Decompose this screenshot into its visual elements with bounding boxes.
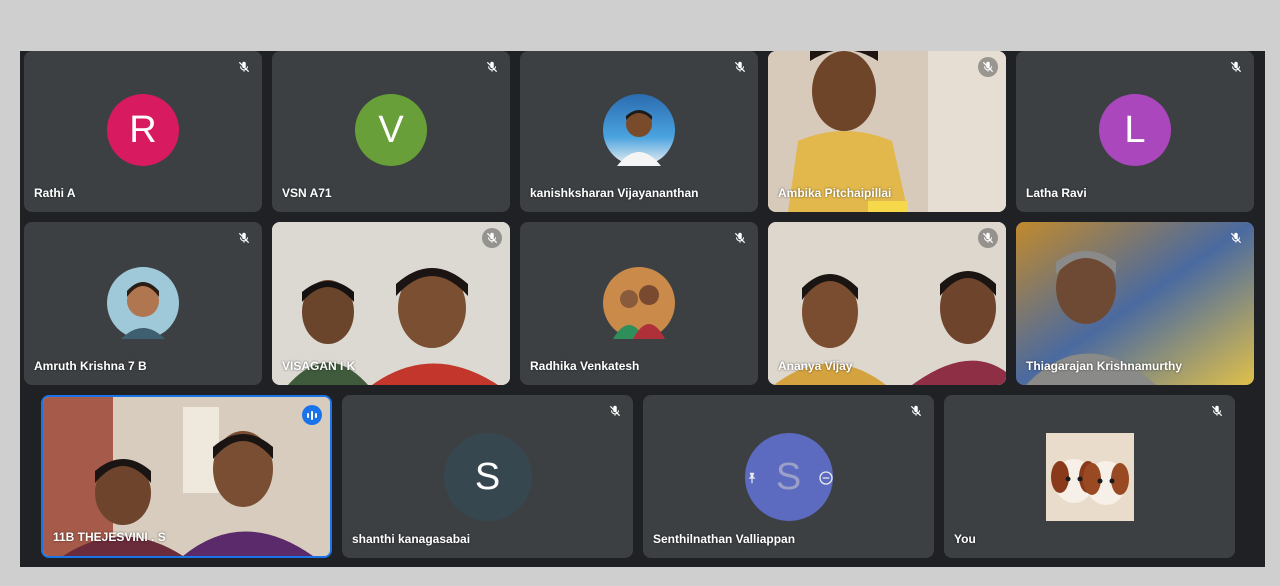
remove-icon[interactable] bbox=[817, 469, 835, 487]
avatar-initial: S bbox=[474, 455, 501, 498]
mic-off-icon bbox=[234, 228, 254, 248]
participant-tile-vsn[interactable]: V VSN A71 bbox=[272, 51, 510, 212]
mic-off-icon bbox=[978, 228, 998, 248]
participant-name: You bbox=[954, 532, 976, 546]
participant-tile-thiagarajan[interactable]: Thiagarajan Krishnamurthy bbox=[1016, 222, 1254, 385]
pin-icon[interactable] bbox=[743, 469, 761, 487]
avatar-initial: S bbox=[775, 455, 802, 498]
participant-name: Radhika Venkatesh bbox=[530, 359, 640, 373]
mic-off-icon bbox=[1207, 401, 1227, 421]
avatar-initial: L bbox=[1124, 108, 1146, 151]
mic-off-icon bbox=[1226, 57, 1246, 77]
mic-off-icon bbox=[978, 57, 998, 77]
mic-off-icon bbox=[482, 57, 502, 77]
participant-tile-rathi[interactable]: R Rathi A bbox=[24, 51, 262, 212]
participant-name: Amruth Krishna 7 B bbox=[34, 359, 147, 373]
participant-tile-ananya[interactable]: Ananya Vijay bbox=[768, 222, 1006, 385]
mic-off-icon bbox=[730, 57, 750, 77]
participant-tile-thejesvini[interactable]: 11B THEJESVINI . S bbox=[41, 395, 332, 558]
participant-tile-radhika[interactable]: Radhika Venkatesh bbox=[520, 222, 758, 385]
participant-tile-amruth[interactable]: Amruth Krishna 7 B bbox=[24, 222, 262, 385]
mic-off-icon bbox=[730, 228, 750, 248]
avatar: R bbox=[107, 94, 179, 166]
video-grid: R Rathi A V VSN A71 kanishksharan Vijaya… bbox=[20, 51, 1265, 567]
participant-tile-visagan[interactable]: VISAGAN I K bbox=[272, 222, 510, 385]
avatar-photo bbox=[603, 94, 675, 166]
speaking-icon bbox=[302, 405, 322, 425]
mic-off-icon bbox=[482, 228, 502, 248]
participant-tile-you[interactable]: You bbox=[944, 395, 1235, 558]
participant-name: Ambika Pitchaipillai bbox=[778, 186, 892, 200]
participant-name: Senthilnathan Valliappan bbox=[653, 532, 796, 546]
avatar-initial: R bbox=[129, 108, 157, 151]
avatar-photo bbox=[603, 267, 675, 339]
mic-off-icon bbox=[1226, 228, 1246, 248]
participant-name: Ananya Vijay bbox=[778, 359, 853, 373]
participant-name: Thiagarajan Krishnamurthy bbox=[1026, 359, 1183, 373]
mic-off-icon bbox=[906, 401, 926, 421]
participant-tile-shanthi[interactable]: S shanthi kanagasabai bbox=[342, 395, 633, 558]
avatar-photo bbox=[1045, 433, 1134, 521]
participant-name: shanthi kanagasabai bbox=[352, 532, 471, 546]
participant-name: VSN A71 bbox=[282, 186, 332, 200]
avatar: V bbox=[355, 94, 427, 166]
participant-tile-senthil[interactable]: S Senthilnathan Valliappan bbox=[643, 395, 934, 558]
mic-off-icon bbox=[234, 57, 254, 77]
avatar: S bbox=[443, 433, 532, 521]
participant-tile-latha[interactable]: L Latha Ravi bbox=[1016, 51, 1254, 212]
participant-name: kanishksharan Vijayananthan bbox=[530, 186, 699, 200]
mic-off-icon bbox=[605, 401, 625, 421]
avatar-photo bbox=[107, 267, 179, 339]
participant-name: Rathi A bbox=[34, 186, 76, 200]
avatar-initial: V bbox=[378, 108, 404, 151]
avatar: L bbox=[1099, 94, 1171, 166]
participant-tile-ambika[interactable]: Ambika Pitchaipillai bbox=[768, 51, 1006, 212]
participant-name: 11B THEJESVINI . S bbox=[53, 530, 166, 544]
participant-name: VISAGAN I K bbox=[282, 359, 356, 373]
participant-name: Latha Ravi bbox=[1026, 186, 1087, 200]
participant-tile-kanishk[interactable]: kanishksharan Vijayananthan bbox=[520, 51, 758, 212]
